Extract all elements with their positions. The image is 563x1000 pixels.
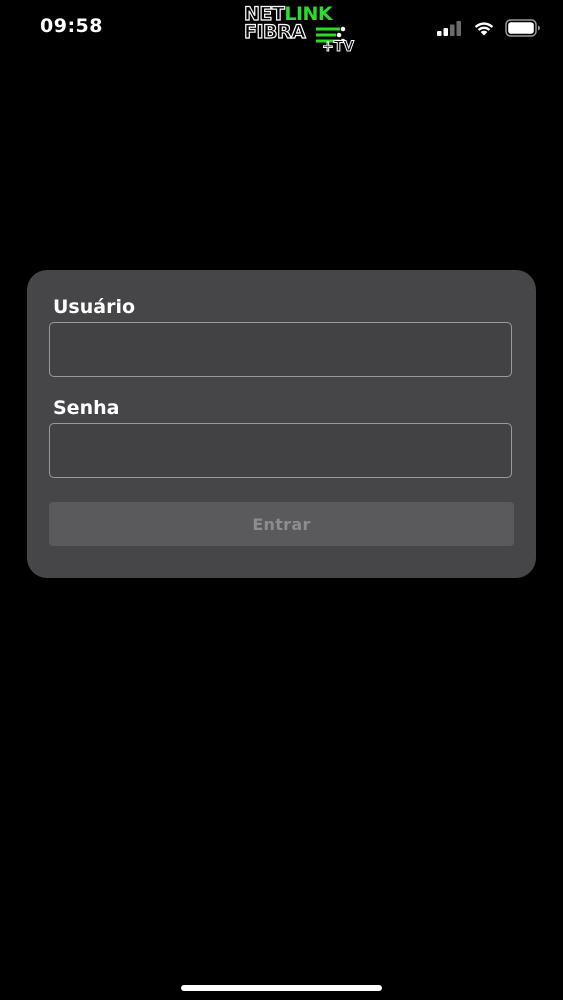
logo-bottom-line: FIBRA — [243, 21, 306, 43]
password-input[interactable] — [49, 423, 512, 478]
enter-button[interactable]: Entrar — [49, 502, 514, 546]
username-input[interactable] — [49, 322, 512, 377]
logo-word-fibra: FIBRA — [243, 21, 306, 43]
logo-word-tv: +TV — [321, 39, 355, 55]
password-label: Senha — [53, 397, 120, 419]
status-icons — [437, 17, 541, 39]
status-time: 09:58 — [40, 15, 103, 37]
wifi-icon — [474, 22, 494, 36]
login-card: Usuário Senha Entrar — [27, 270, 536, 578]
battery-icon — [505, 19, 540, 37]
netlink-fibra-tv-logo: NETLINK FIBRA +TV — [243, 4, 360, 57]
home-indicator — [181, 985, 382, 991]
status-bar: 09:58 NETLINK FIBRA +TV — [0, 0, 563, 56]
cellular-signal-icon — [437, 21, 461, 36]
username-label: Usuário — [53, 296, 136, 318]
